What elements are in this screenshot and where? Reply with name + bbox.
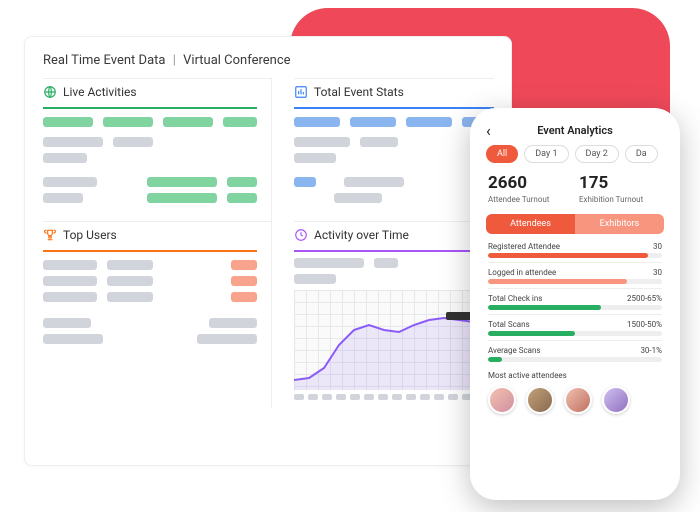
- metric-bar: [488, 253, 662, 258]
- metric-row: Registered Attendee 30: [488, 242, 662, 263]
- metric-name: Registered Attendee: [488, 242, 560, 251]
- segment-exhibitors[interactable]: Exhibitors: [575, 214, 664, 234]
- avatar-row: [476, 380, 674, 422]
- metric-name: Logged in attendee: [488, 268, 556, 277]
- avatar[interactable]: [526, 386, 554, 414]
- activity-chart: [294, 290, 494, 390]
- most-active-label: Most active attendees: [476, 369, 674, 380]
- avatar[interactable]: [602, 386, 630, 414]
- metric-value: 30: [653, 242, 662, 251]
- stat-attendee: 2660 Attendee Turnout: [488, 173, 571, 204]
- day-tabs: All Day 1 Day 2 Da: [476, 143, 674, 171]
- stat-exhibition: 175 Exhibition Turnout: [579, 173, 662, 204]
- metric-name: Total Check ins: [488, 294, 542, 303]
- globe-icon: [43, 85, 57, 99]
- avatar[interactable]: [488, 386, 516, 414]
- stat-label: Attendee Turnout: [488, 195, 571, 204]
- tab-day2[interactable]: Day 2: [575, 145, 619, 163]
- metric-bar: [488, 305, 662, 310]
- tab-day3[interactable]: Da: [625, 145, 658, 163]
- metric-row: Average Scans 30-1%: [488, 346, 662, 362]
- segment-bar[interactable]: Attendees Exhibitors: [486, 214, 664, 234]
- metric-row: Logged in attendee 30: [488, 268, 662, 289]
- metric-name: Average Scans: [488, 346, 541, 355]
- panel-label: Activity over Time: [314, 228, 409, 242]
- metrics-list: Registered Attendee 30 Logged in attendee…: [476, 240, 674, 369]
- metric-value: 30: [653, 268, 662, 277]
- mobile-analytics-card: ‹ Event Analytics All Day 1 Day 2 Da 266…: [470, 108, 680, 500]
- phone-title: Event Analytics: [537, 124, 613, 137]
- metric-bar: [488, 279, 662, 284]
- panel-live-activities: Live Activities: [43, 78, 272, 221]
- metric-bar: [488, 331, 662, 336]
- trophy-icon: [43, 228, 57, 242]
- bar-chart-icon: [294, 85, 308, 99]
- avatar[interactable]: [564, 386, 592, 414]
- panel-top-users: Top Users: [43, 221, 272, 408]
- panel-label: Live Activities: [63, 85, 137, 99]
- back-icon[interactable]: ‹: [486, 121, 491, 140]
- clock-icon: [294, 228, 308, 242]
- stat-value: 175: [579, 173, 662, 193]
- tab-day1[interactable]: Day 1: [524, 145, 568, 163]
- dashboard-title: Real Time Event Data | Virtual Conferenc…: [43, 53, 493, 68]
- stat-label: Exhibition Turnout: [579, 195, 662, 204]
- title-separator: |: [173, 53, 176, 68]
- panel-activity-over-time: Activity over Time: [294, 221, 494, 408]
- metric-bar: [488, 357, 662, 362]
- title-right: Virtual Conference: [183, 53, 290, 68]
- title-left: Real Time Event Data: [43, 53, 165, 68]
- dashboard-card: Real Time Event Data | Virtual Conferenc…: [24, 36, 512, 466]
- panel-label: Total Event Stats: [314, 85, 404, 99]
- metric-row: Total Scans 1500-50%: [488, 320, 662, 341]
- chart-x-ticks: [294, 394, 494, 400]
- panel-total-event-stats: Total Event Stats: [294, 78, 494, 221]
- metric-value: 30-1%: [640, 346, 662, 355]
- segment-attendees[interactable]: Attendees: [486, 214, 575, 234]
- metric-value: 2500-65%: [627, 294, 662, 303]
- stat-value: 2660: [488, 173, 571, 193]
- tab-all[interactable]: All: [486, 145, 518, 163]
- metric-value: 1500-50%: [627, 320, 662, 329]
- metric-row: Total Check ins 2500-65%: [488, 294, 662, 315]
- panel-label: Top Users: [63, 228, 117, 242]
- metric-name: Total Scans: [488, 320, 530, 329]
